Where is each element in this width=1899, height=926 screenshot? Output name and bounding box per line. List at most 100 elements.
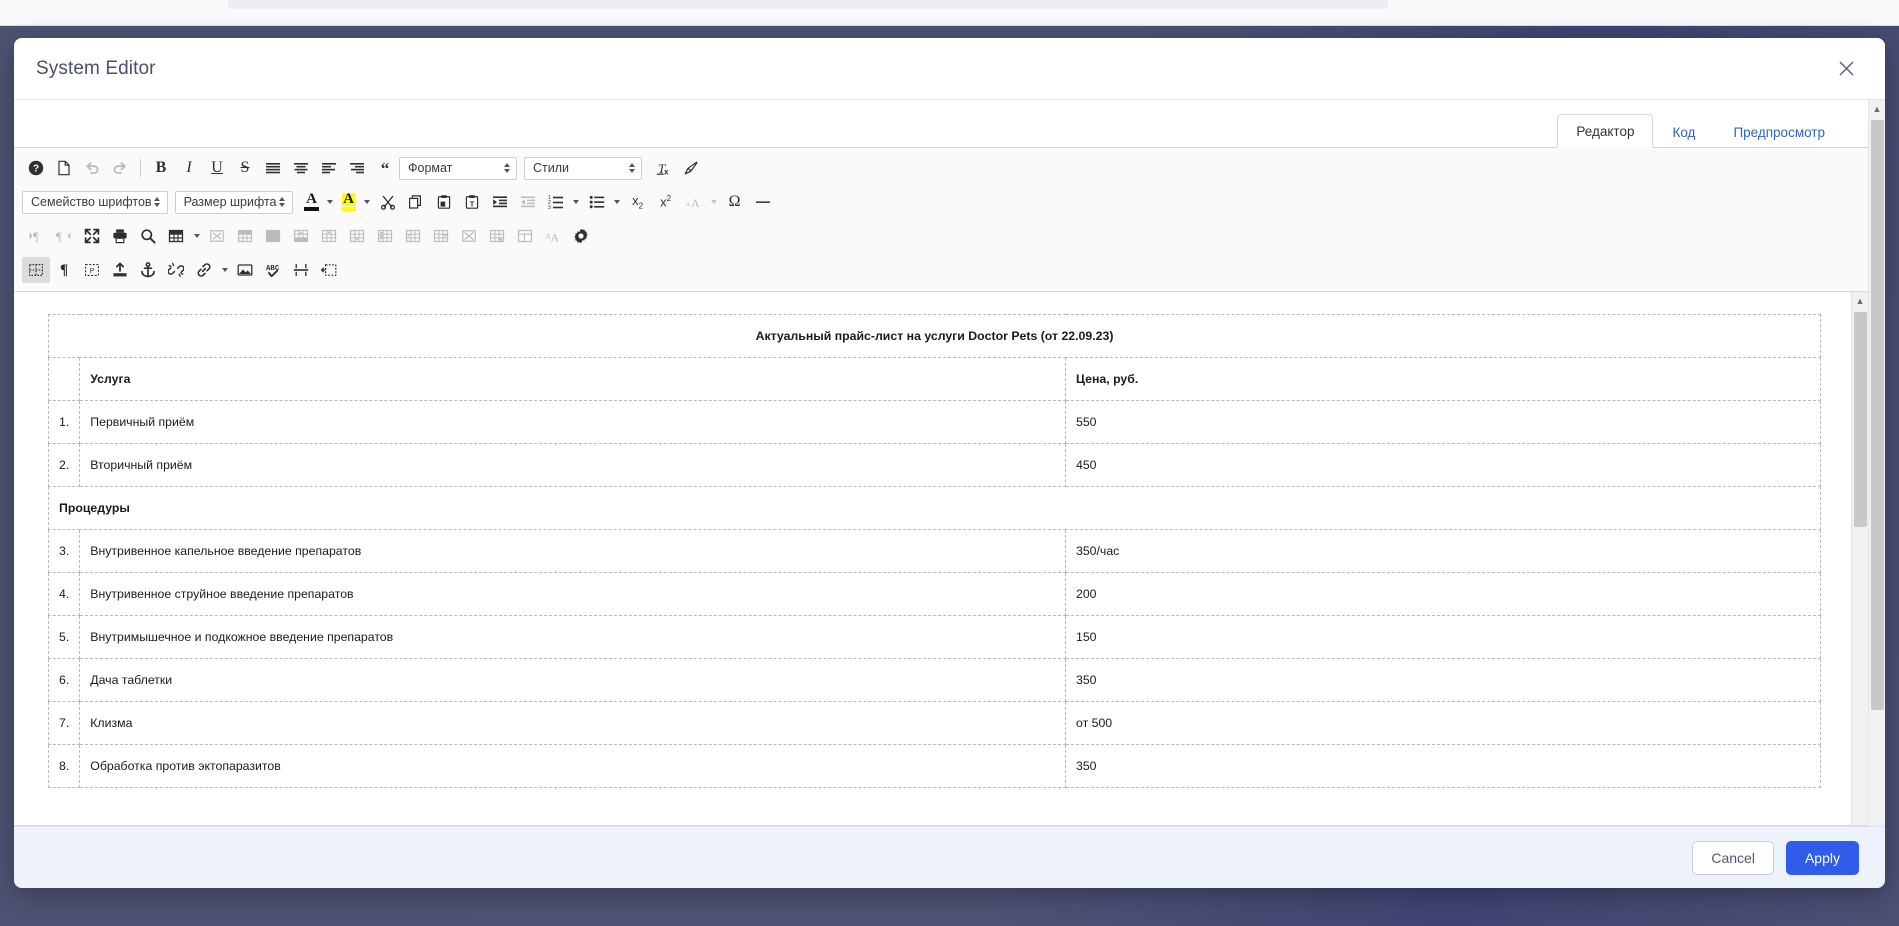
row-service: Обработка против эктопаразитов xyxy=(79,744,1066,788)
show-blocks-icon[interactable]: ¶ xyxy=(50,257,78,283)
editor-scroll-thumb[interactable] xyxy=(1854,312,1867,527)
search-icon[interactable] xyxy=(134,223,162,249)
align-left-icon[interactable] xyxy=(315,155,343,181)
iframe-icon[interactable] xyxy=(315,257,343,283)
spellcheck-icon[interactable]: ABC xyxy=(259,257,287,283)
row-number: 7. xyxy=(47,701,81,745)
indent-increase-icon[interactable] xyxy=(486,189,514,215)
new-page-icon[interactable] xyxy=(50,155,78,181)
special-character-icon[interactable]: Ω xyxy=(721,189,749,215)
styles-select[interactable]: Стили xyxy=(524,156,642,180)
tab-editor[interactable]: Редактор xyxy=(1557,114,1654,148)
table-header-blank xyxy=(47,357,81,401)
font-size-select[interactable]: Размер шрифта xyxy=(174,190,293,214)
dialog-footer: Cancel Apply xyxy=(14,826,1885,888)
bulleted-list-chevron-down-icon[interactable] xyxy=(611,189,624,215)
background-color-chevron-down-icon[interactable] xyxy=(361,189,374,215)
svg-text:ABC: ABC xyxy=(266,265,280,273)
anchor-icon[interactable] xyxy=(134,257,162,283)
blockquote-icon[interactable]: “ xyxy=(371,155,399,181)
dialog-scroll-thumb[interactable] xyxy=(1871,120,1884,710)
delete-table-icon xyxy=(203,223,231,249)
toolbar-row-1: ? B I U S “ Формат Стили Tx xyxy=(18,151,1864,185)
apply-button[interactable]: Apply xyxy=(1785,840,1859,875)
font-size-select-label: Размер шрифта xyxy=(183,195,277,209)
table-header-row: Услуга Цена, руб. xyxy=(47,357,1821,401)
paste-icon[interactable] xyxy=(430,189,458,215)
cancel-button[interactable]: Cancel xyxy=(1692,840,1774,875)
italic-icon[interactable]: I xyxy=(175,155,203,181)
font-size-select-stepper-icon[interactable] xyxy=(277,197,288,207)
row-price: 350/час xyxy=(1065,529,1821,573)
editor-tabs: Редактор Код Предпросмотр xyxy=(14,100,1868,148)
background-color-icon-swatch xyxy=(341,207,357,211)
numbered-list-icon[interactable]: 123 xyxy=(542,189,570,215)
link-icon[interactable] xyxy=(190,257,218,283)
dialog-scroll-up-icon[interactable]: ▲ xyxy=(1869,100,1885,117)
help-icon[interactable]: ? xyxy=(22,155,50,181)
upload-icon[interactable] xyxy=(106,257,134,283)
maximize-icon[interactable] xyxy=(78,223,106,249)
table-row: 6. Дача таблетки 350 xyxy=(47,658,1821,702)
align-justify-icon[interactable] xyxy=(259,155,287,181)
background-color-icon[interactable]: A xyxy=(337,189,361,215)
dialog-titlebar: System Editor xyxy=(14,38,1885,100)
row-number: 6. xyxy=(47,658,81,702)
insert-table-icon[interactable] xyxy=(162,223,190,249)
split-cell-icon xyxy=(511,223,539,249)
close-icon[interactable] xyxy=(1829,52,1863,86)
tab-code[interactable]: Код xyxy=(1653,115,1714,148)
unlink-icon[interactable] xyxy=(162,257,190,283)
svg-text:x: x xyxy=(664,168,669,176)
link-chevron-down-icon[interactable] xyxy=(218,257,231,283)
editor-scrollbar[interactable]: ▲ xyxy=(1851,292,1868,825)
row-number: 5. xyxy=(47,615,81,659)
dialog-body: Редактор Код Предпросмотр ? B I U S “ Формат Стил… xyxy=(14,100,1885,826)
copy-icon[interactable] xyxy=(402,189,430,215)
change-case-chevron-down-icon xyxy=(708,189,721,215)
remove-format-icon[interactable]: Tx xyxy=(649,155,677,181)
align-center-icon[interactable] xyxy=(287,155,315,181)
align-right-icon[interactable] xyxy=(343,155,371,181)
font-family-select[interactable]: Семейство шрифтов xyxy=(22,190,168,214)
format-select-stepper-icon[interactable] xyxy=(501,163,512,173)
print-icon[interactable] xyxy=(106,223,134,249)
copy-formatting-icon[interactable] xyxy=(677,155,705,181)
rich-text-editable-area[interactable]: Актуальный прайс-лист на услуги Doctor P… xyxy=(14,292,1851,825)
horizontal-rule-icon[interactable] xyxy=(749,189,777,215)
insert-table-chevron-down-icon[interactable] xyxy=(190,223,203,249)
strikethrough-icon[interactable]: S xyxy=(231,155,259,181)
table-row: 2. Вторичный приём 450 xyxy=(47,443,1821,487)
dialog-scrollbar[interactable]: ▲ xyxy=(1868,100,1885,826)
font-family-select-label: Семейство шрифтов xyxy=(31,195,152,209)
row-number: 4. xyxy=(47,572,81,616)
superscript-icon[interactable]: x2 xyxy=(652,189,680,215)
background-color-icon-glyph: A xyxy=(342,191,355,207)
delete-row-icon xyxy=(371,223,399,249)
bulleted-list-icon[interactable] xyxy=(583,189,611,215)
row-price: от 500 xyxy=(1065,701,1821,745)
toolbar-row-3: ¶ ¶ A A xyxy=(18,219,1864,253)
text-color-icon[interactable]: A xyxy=(300,189,324,215)
placeholder-icon[interactable]: P xyxy=(78,257,106,283)
subscript-icon[interactable]: x2 xyxy=(624,189,652,215)
browser-tab-ghost xyxy=(228,0,1388,9)
tab-preview[interactable]: Предпросмотр xyxy=(1714,115,1844,148)
page-break-icon[interactable] xyxy=(287,257,315,283)
underline-icon[interactable]: U xyxy=(203,155,231,181)
bold-icon[interactable]: B xyxy=(147,155,175,181)
text-color-chevron-down-icon[interactable] xyxy=(324,189,337,215)
format-select-label: Формат xyxy=(408,161,453,175)
paste-text-icon[interactable]: T xyxy=(458,189,486,215)
row-price: 450 xyxy=(1065,443,1821,487)
numbered-list-chevron-down-icon[interactable] xyxy=(570,189,583,215)
styles-select-stepper-icon[interactable] xyxy=(626,163,637,173)
price-list-table: Актуальный прайс-лист на услуги Doctor P… xyxy=(47,314,1821,788)
cut-icon[interactable] xyxy=(374,189,402,215)
settings-gear-icon[interactable] xyxy=(567,223,595,249)
image-icon[interactable] xyxy=(231,257,259,283)
format-select[interactable]: Формат xyxy=(399,156,517,180)
editor-scroll-up-icon[interactable]: ▲ xyxy=(1852,292,1868,309)
font-family-select-stepper-icon[interactable] xyxy=(152,197,163,207)
show-borders-icon[interactable] xyxy=(22,257,50,283)
